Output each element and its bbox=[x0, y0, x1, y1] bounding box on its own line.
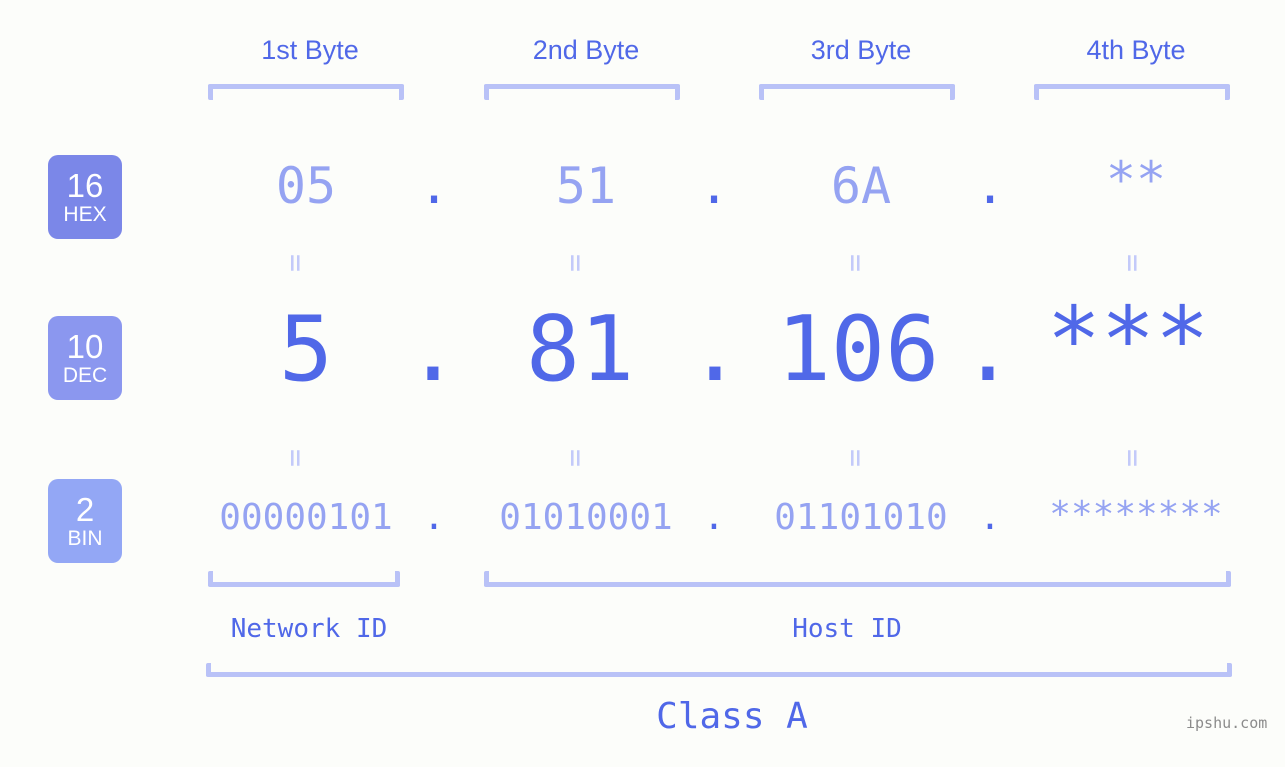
bin-separator-3: . bbox=[979, 497, 1001, 538]
network-id-bracket bbox=[208, 571, 400, 587]
hex-octet-1: 05 bbox=[275, 157, 337, 215]
equals-connector-dec-bin-4: = bbox=[1115, 448, 1150, 468]
base-badge-bin: 2 BIN bbox=[48, 479, 122, 563]
hex-octet-2: 51 bbox=[555, 157, 617, 215]
watermark: ipshu.com bbox=[1186, 714, 1268, 732]
hex-separator-1: . bbox=[418, 157, 450, 215]
equals-connector-dec-bin-1: = bbox=[278, 448, 313, 468]
base-badge-hex-number: 16 bbox=[66, 167, 104, 204]
byte-header-label-2: 2nd Byte bbox=[532, 35, 640, 65]
class-bracket bbox=[206, 663, 1232, 677]
base-badge-dec: 10 DEC bbox=[48, 316, 122, 400]
hex-separator-2: . bbox=[698, 157, 730, 215]
equals-connector-hex-dec-4: = bbox=[1115, 253, 1150, 273]
byte-header-label-1: 1st Byte bbox=[261, 35, 359, 65]
bin-separator-2: . bbox=[703, 497, 725, 538]
byte-bracket-top-4 bbox=[1034, 84, 1230, 100]
byte-bracket-top-2 bbox=[484, 84, 680, 100]
hex-octet-3: 6A bbox=[830, 157, 892, 215]
hex-separator-3: . bbox=[974, 157, 1006, 215]
base-badge-bin-number: 2 bbox=[75, 491, 95, 528]
bin-octet-4: ******** bbox=[1049, 494, 1223, 535]
dec-octet-4: *** bbox=[1046, 288, 1210, 393]
equals-connector-dec-bin-2: = bbox=[558, 448, 593, 468]
base-badge-hex: 16 HEX bbox=[48, 155, 122, 239]
ip-address-breakdown-diagram: 1st Byte 2nd Byte 3rd Byte 4th Byte 16 H… bbox=[0, 0, 1285, 767]
hex-octet-4: ** bbox=[1105, 151, 1167, 209]
bin-separator-1: . bbox=[423, 497, 445, 538]
network-id-label: Network ID bbox=[230, 614, 388, 644]
byte-header-label-4: 4th Byte bbox=[1086, 35, 1186, 65]
dec-octet-2: 81 bbox=[525, 297, 635, 402]
byte-header-label-3: 3rd Byte bbox=[810, 35, 912, 65]
base-badge-dec-number: 10 bbox=[66, 328, 104, 365]
bin-octet-1: 00000101 bbox=[219, 497, 393, 538]
host-id-label: Host ID bbox=[792, 614, 902, 644]
byte-bracket-top-3 bbox=[759, 84, 955, 100]
byte-bracket-top-1 bbox=[208, 84, 404, 100]
base-badge-dec-name: DEC bbox=[62, 364, 108, 387]
host-id-bracket bbox=[484, 571, 1231, 587]
equals-connector-hex-dec-1: = bbox=[278, 253, 313, 273]
equals-connector-hex-dec-3: = bbox=[838, 253, 873, 273]
equals-connector-dec-bin-3: = bbox=[838, 448, 873, 468]
bin-octet-2: 01010001 bbox=[499, 497, 673, 538]
class-label: Class A bbox=[656, 696, 808, 737]
base-badge-bin-name: BIN bbox=[67, 527, 103, 550]
base-badge-hex-name: HEX bbox=[63, 203, 107, 226]
bin-octet-3: 01101010 bbox=[774, 497, 948, 538]
equals-connector-hex-dec-2: = bbox=[558, 253, 593, 273]
